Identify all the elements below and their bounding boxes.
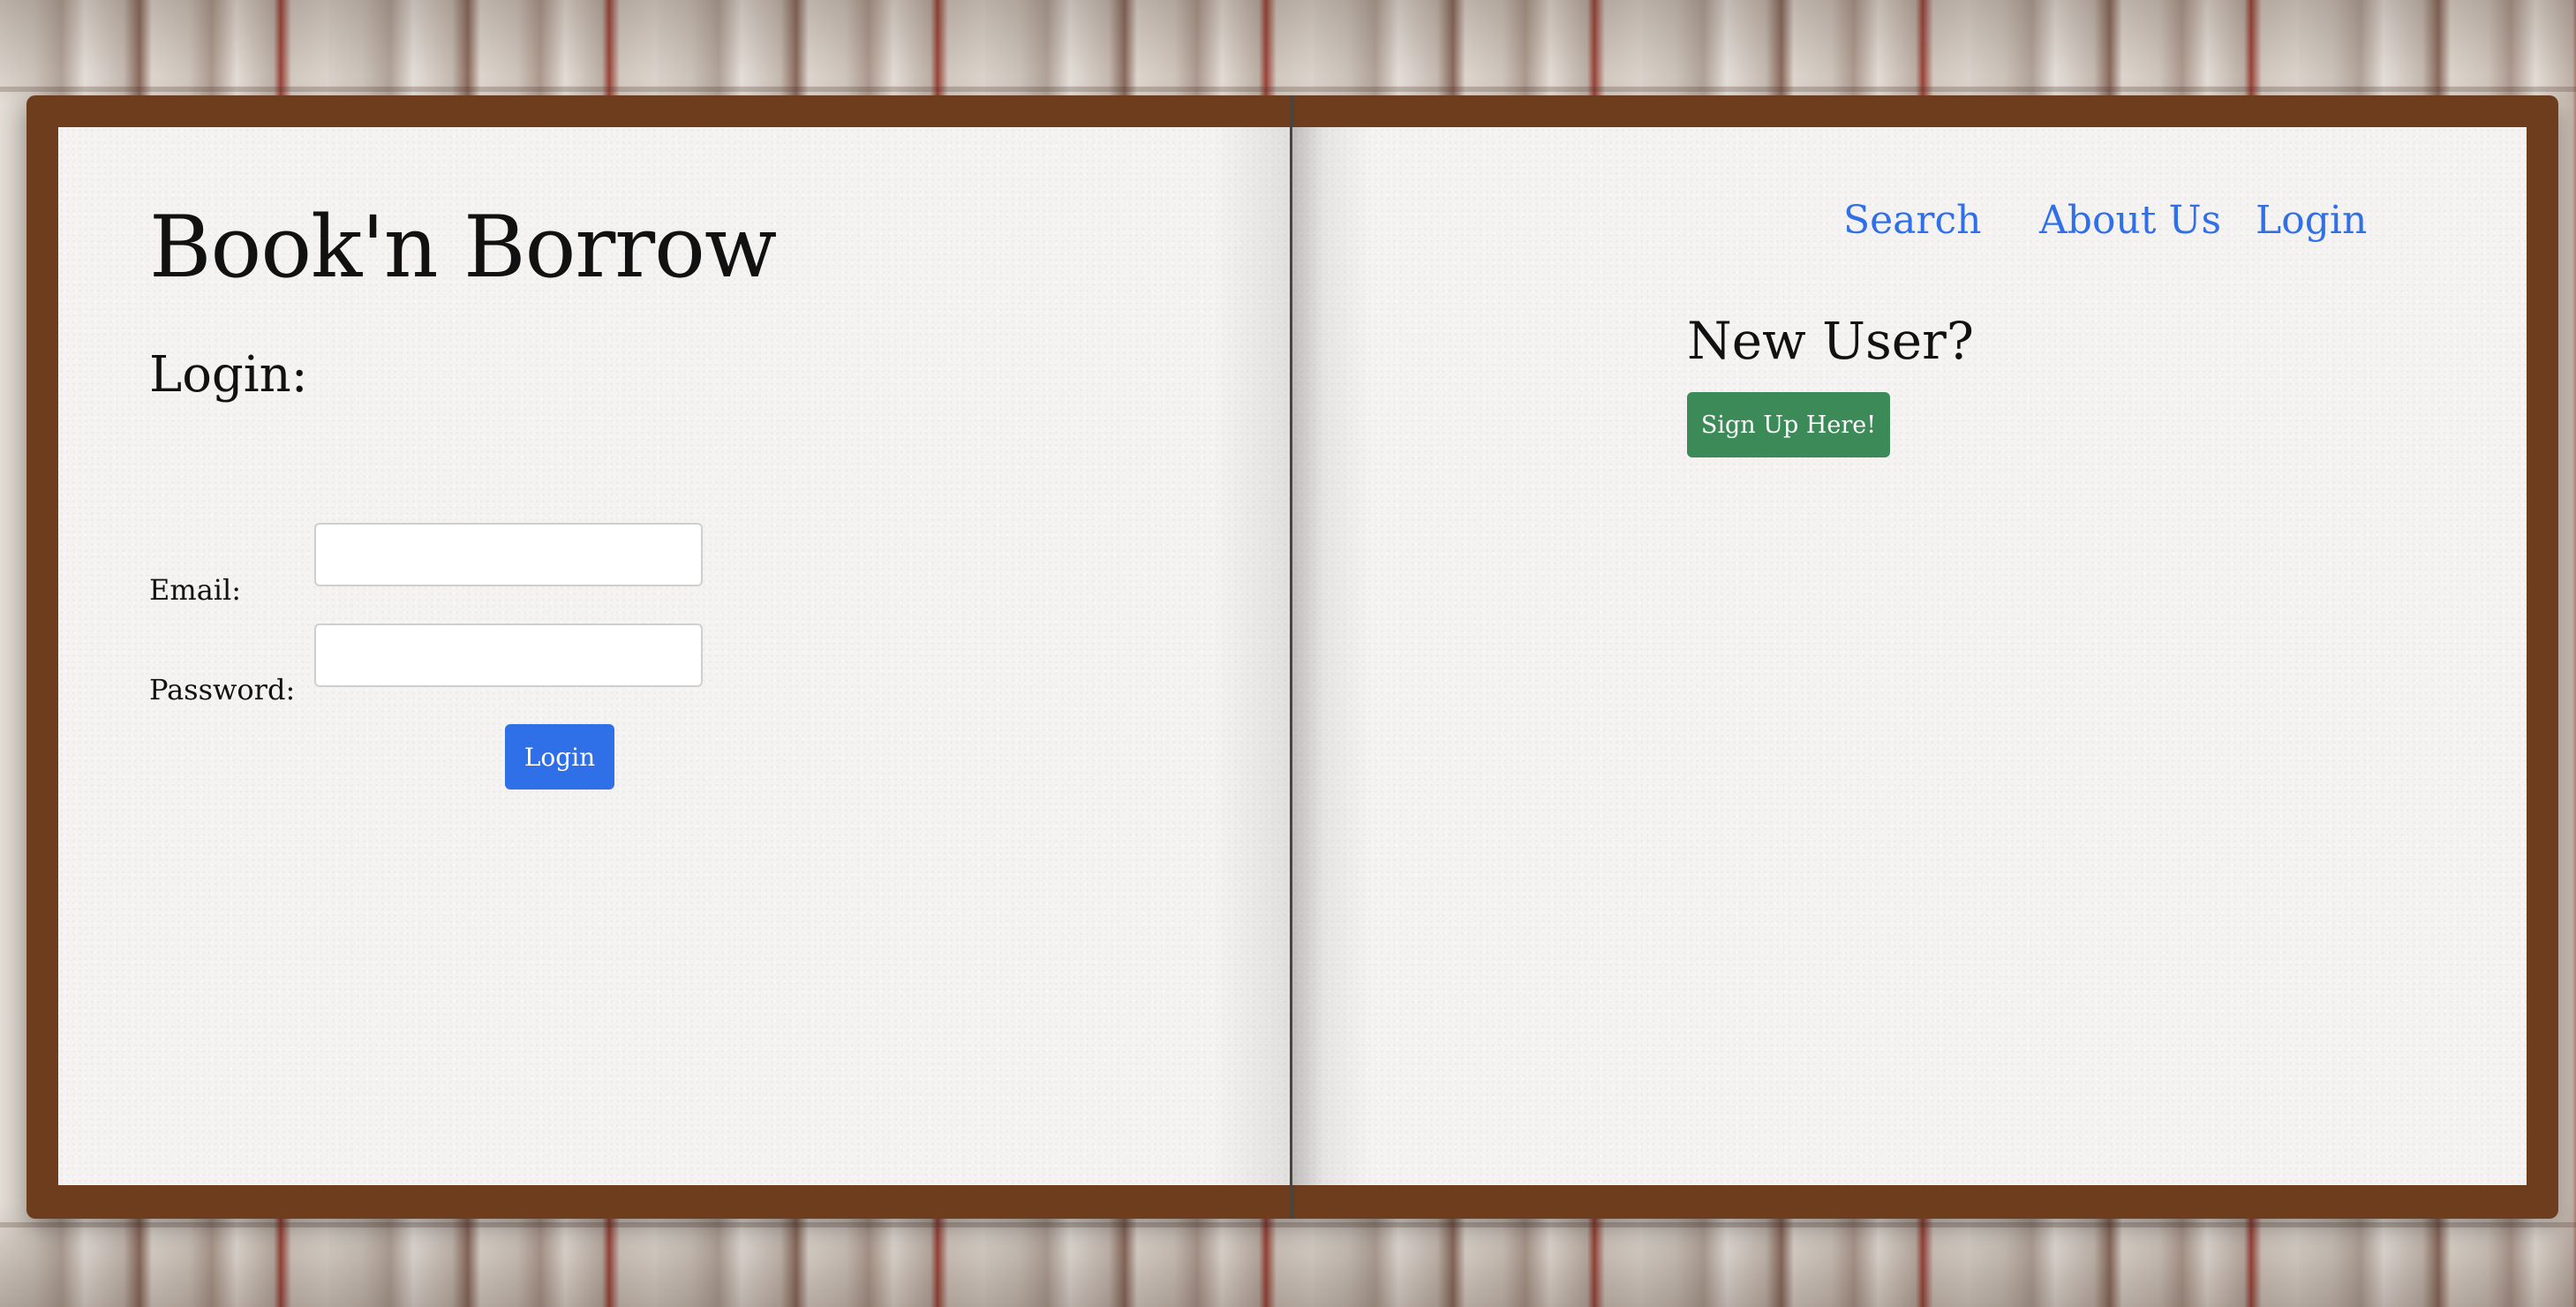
open-book-container: Book'n Borrow Login: Email: Password: Lo… xyxy=(26,95,2558,1219)
password-label: Password: xyxy=(149,673,296,706)
password-field[interactable] xyxy=(314,623,703,687)
new-user-heading: New User? xyxy=(1687,311,1974,371)
right-page: Search About Us Login New User? Sign Up … xyxy=(1292,127,2527,1185)
sign-up-button[interactable]: Sign Up Here! xyxy=(1687,392,1890,457)
top-navigation: Search About Us Login xyxy=(1292,198,2527,268)
email-field[interactable] xyxy=(314,523,703,586)
site-title: Book'n Borrow xyxy=(149,198,777,297)
left-page: Book'n Borrow Login: Email: Password: Lo… xyxy=(58,127,1319,1185)
nav-link-login[interactable]: Login xyxy=(2256,198,2367,243)
background-shelf-line-top xyxy=(0,87,2576,92)
nav-link-search[interactable]: Search xyxy=(1843,198,1981,243)
login-submit-button[interactable]: Login xyxy=(505,724,614,789)
background-shelf-line-bottom xyxy=(0,1222,2576,1228)
login-heading: Login: xyxy=(149,346,308,404)
nav-link-about-us[interactable]: About Us xyxy=(2039,198,2221,243)
email-label: Email: xyxy=(149,573,242,607)
